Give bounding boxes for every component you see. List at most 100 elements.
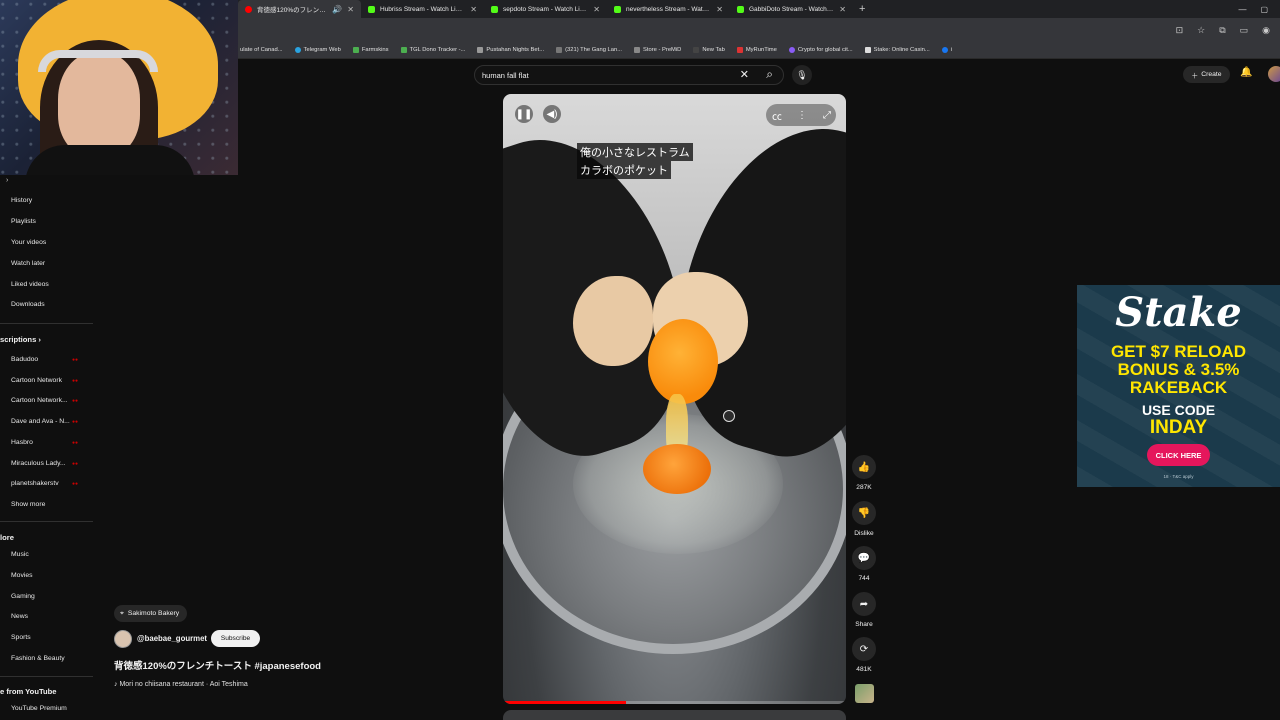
sidebar-item-fashion-beauty[interactable]: Fashion & Beauty	[11, 655, 65, 662]
subscription-item[interactable]: Badudoo	[11, 356, 38, 363]
sidebar-item-your-videos[interactable]: Your videos	[11, 239, 46, 246]
shorts-video-player[interactable]: 俺の小さなレストラム カラボのポケット ❚❚ ◀) ㏄ ⋮ ⤢	[503, 94, 846, 704]
comments-button[interactable]: 💬 744	[851, 546, 877, 582]
microphone-icon[interactable]: 🎙	[792, 65, 812, 85]
share-arrow-icon: ➦	[852, 592, 876, 616]
tab-close-icon[interactable]: ✕	[347, 5, 354, 14]
bookmark-item[interactable]: Telegram Web	[294, 47, 341, 53]
ad-click-here-button[interactable]: CLICK HERE	[1147, 444, 1210, 466]
search-box[interactable]: human fall flat ✕ ⌕	[474, 65, 784, 85]
sidebar-item-sports[interactable]: Sports	[11, 634, 31, 641]
tab-close-icon[interactable]: ✕	[470, 5, 477, 14]
subscription-item[interactable]: Cartoon Network...	[11, 397, 68, 404]
tab-close-icon[interactable]: ✕	[716, 5, 723, 14]
dislike-button[interactable]: 👎 Dislike	[851, 501, 877, 537]
webcam-overlay	[0, 0, 238, 175]
subtitle-line: 俺の小さなレストラム	[577, 143, 693, 161]
headphones	[38, 50, 158, 72]
minimize-icon[interactable]: —	[1238, 5, 1246, 14]
bookmark-item[interactable]: i	[941, 47, 952, 53]
bookmark-item[interactable]: MyRunTime	[736, 47, 777, 53]
thumbs-down-icon: 👎	[852, 501, 876, 525]
sidebar-item-news[interactable]: News	[11, 613, 28, 620]
sidebar-item-movies[interactable]: Movies	[11, 572, 33, 579]
next-short-preview[interactable]	[503, 710, 846, 720]
subscription-item[interactable]: Dave and Ava - N...	[11, 418, 70, 425]
telegram-icon	[294, 47, 301, 53]
tab-close-icon[interactable]: ✕	[839, 5, 846, 14]
subscribe-button[interactable]: Subscribe	[211, 630, 260, 647]
tab-speaker-icon[interactable]: 🔊	[332, 5, 342, 14]
location-chip[interactable]: ⌖ Sakimoto Bakery	[114, 605, 188, 622]
sidebar-item-liked-videos[interactable]: Liked videos	[11, 281, 49, 288]
cast-icon[interactable]: ▭	[1240, 25, 1249, 36]
stake-ad-banner[interactable]: Stake GET $7 RELOAD BONUS & 3.5% RAKEBAC…	[1077, 285, 1280, 487]
extensions-icon[interactable]: ⧉	[1219, 25, 1225, 36]
sidebar-item-youtube-premium[interactable]: YouTube Premium	[11, 705, 67, 712]
screen: 背徳感120%のフレンチトースト 🔊 ✕ Hubriss Stream - Wa…	[0, 0, 1280, 720]
share-button[interactable]: ➦ Share	[851, 592, 877, 628]
fullscreen-icon[interactable]: ⤢	[818, 106, 836, 124]
bookmark-star-icon[interactable]: ☆	[1197, 25, 1205, 36]
ad-promo-code: INDAY	[1149, 417, 1208, 438]
subscription-item[interactable]: Hasbro	[11, 439, 33, 446]
bookmark-item[interactable]: Crypto for global cit...	[788, 47, 853, 53]
new-tab-button[interactable]: +	[853, 3, 871, 15]
channel-name[interactable]: @baebae_gourmet	[137, 634, 207, 643]
bookmark-item[interactable]: Farmskins	[352, 47, 389, 53]
sidebar-item-downloads[interactable]: Downloads	[11, 301, 45, 308]
pause-icon[interactable]: ❚❚	[515, 105, 533, 123]
sidebar-item-gaming[interactable]: Gaming	[11, 593, 35, 600]
thumbs-up-icon: 👍	[852, 455, 876, 479]
subscription-item[interactable]: Miraculous Lady...	[11, 460, 66, 467]
create-button[interactable]: ＋ Create	[1183, 66, 1230, 83]
bookmark-item[interactable]: Stake: Online Casin...	[864, 47, 930, 53]
video-title[interactable]: 背徳感120%のフレンチトースト #japanesefood	[114, 658, 321, 672]
remix-button[interactable]: ⟳ 481K	[851, 637, 877, 673]
profile-icon[interactable]: ◉	[1262, 25, 1270, 36]
bookmark-item[interactable]: ulate of Canad...	[240, 47, 283, 53]
notifications-bell-icon[interactable]: 🔔	[1240, 67, 1252, 78]
sidebar-item-playlists[interactable]: Playlists	[11, 218, 36, 225]
divider	[0, 323, 93, 324]
bookmark-item[interactable]: New Tab	[693, 47, 725, 53]
kick-icon	[614, 5, 621, 13]
chevron-right-icon[interactable]: ›	[6, 177, 8, 184]
more-vertical-icon[interactable]: ⋮	[793, 106, 811, 124]
bookmark-item[interactable]: (321) The Gang Lan...	[556, 47, 622, 53]
captions-icon[interactable]: ㏄	[768, 106, 786, 124]
browser-tab-hubriss[interactable]: Hubriss Stream - Watch Live o ✕	[361, 0, 484, 18]
sidebar-item-history[interactable]: History	[11, 197, 32, 204]
stake-icon	[864, 47, 871, 53]
show-more-button[interactable]: Show more	[11, 501, 45, 508]
browser-tab-nevertheless[interactable]: nevertheless Stream - Watch Li ✕	[607, 0, 730, 18]
sidebar-item-watch-later[interactable]: Watch later	[11, 260, 45, 267]
bookmark-item[interactable]: TGL Dono Tracker -...	[400, 47, 465, 53]
like-button[interactable]: 👍 287K	[851, 455, 877, 491]
clear-search-icon[interactable]: ✕	[740, 68, 749, 81]
tab-close-icon[interactable]: ✕	[593, 5, 600, 14]
maximize-icon[interactable]: ▢	[1260, 5, 1268, 14]
sidebar-item-music[interactable]: Music	[11, 551, 29, 558]
more-from-youtube-heading: e from YouTube	[0, 687, 57, 696]
search-input[interactable]: human fall flat	[482, 71, 529, 80]
channel-avatar[interactable]	[114, 630, 132, 648]
install-app-icon[interactable]: ⊡	[1176, 25, 1184, 36]
browser-tab-youtube[interactable]: 背徳感120%のフレンチトースト 🔊 ✕	[238, 0, 361, 18]
progress-fill	[503, 701, 627, 704]
volume-icon[interactable]: ◀)	[543, 105, 561, 123]
sound-thumbnail[interactable]	[855, 684, 874, 703]
dislike-label: Dislike	[854, 530, 874, 537]
bookmark-item[interactable]: Pustahan Nights Bet...	[477, 47, 544, 53]
music-credit[interactable]: ♪ Mori no chiisana restaurant · Aoi Tesh…	[114, 681, 248, 688]
subscription-item[interactable]: planetshakerstv	[11, 480, 59, 487]
video-progress-bar[interactable]	[503, 701, 846, 704]
browser-tab-gabbidoto[interactable]: GabbiDoto Stream - Watch Live ✕	[730, 0, 853, 18]
subscriptions-heading[interactable]: scriptions ›	[0, 335, 41, 344]
browser-tab-sepdoto[interactable]: sepdoto Stream - Watch Live o ✕	[484, 0, 607, 18]
subscription-item[interactable]: Cartoon Network	[11, 377, 62, 384]
search-icon[interactable]: ⌕	[766, 67, 773, 82]
bookmark-item[interactable]: Store - PreMiD	[634, 47, 681, 53]
tab-title: Hubriss Stream - Watch Live o	[380, 5, 466, 13]
avatar[interactable]	[1268, 66, 1280, 82]
